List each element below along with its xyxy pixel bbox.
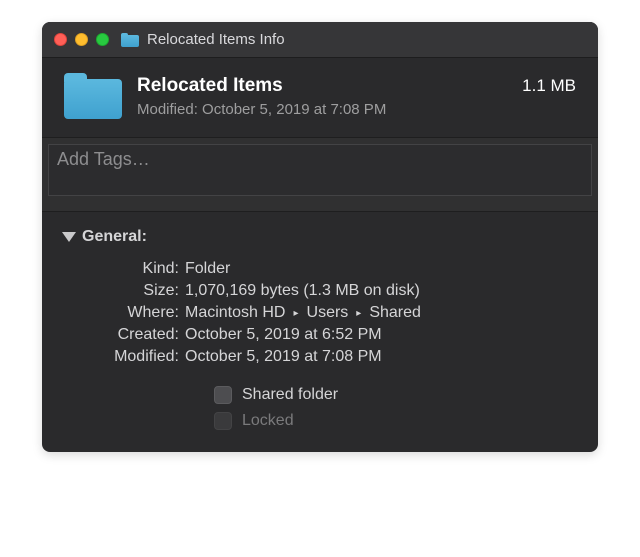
zoom-icon[interactable]	[96, 33, 109, 46]
header-text: Relocated Items 1.1 MB Modified: October…	[137, 75, 576, 118]
modified-label: Modified:	[64, 348, 179, 366]
traffic-lights	[54, 33, 109, 46]
path-part: Shared	[369, 304, 421, 322]
chevron-down-icon	[62, 232, 76, 242]
path-separator-icon: ▸	[352, 308, 365, 319]
folder-icon	[64, 73, 122, 119]
size-value: 1,070,169 bytes (1.3 MB on disk)	[185, 282, 576, 300]
created-value: October 5, 2019 at 6:52 PM	[185, 326, 576, 344]
window-title: Relocated Items Info	[147, 31, 285, 48]
item-modified: Modified: October 5, 2019 at 7:08 PM	[137, 101, 576, 118]
where-label: Where:	[64, 304, 179, 322]
created-label: Created:	[64, 326, 179, 344]
general-disclosure[interactable]: General:	[64, 228, 576, 246]
kind-label: Kind:	[64, 260, 179, 278]
locked-row: Locked	[214, 412, 576, 430]
close-icon[interactable]	[54, 33, 67, 46]
general-section: General: Kind: Folder Size: 1,070,169 by…	[42, 212, 598, 452]
where-value: Macintosh HD ▸ Users ▸ Shared	[185, 304, 576, 322]
path-separator-icon: ▸	[289, 308, 302, 319]
checkbox-icon[interactable]	[214, 386, 232, 404]
minimize-icon[interactable]	[75, 33, 88, 46]
kind-value: Folder	[185, 260, 576, 278]
item-name: Relocated Items	[137, 75, 283, 97]
path-part: Users	[307, 304, 349, 322]
tags-section	[42, 138, 598, 212]
path-part: Macintosh HD	[185, 304, 285, 322]
folder-icon	[121, 33, 139, 47]
tags-input[interactable]	[48, 144, 592, 196]
checkbox-icon	[214, 412, 232, 430]
shared-folder-label: Shared folder	[242, 386, 338, 404]
general-label: General:	[82, 228, 147, 246]
item-size: 1.1 MB	[522, 76, 576, 96]
locked-label: Locked	[242, 412, 294, 430]
info-header: Relocated Items 1.1 MB Modified: October…	[42, 58, 598, 138]
info-window: Relocated Items Info Relocated Items 1.1…	[42, 22, 598, 452]
titlebar[interactable]: Relocated Items Info	[42, 22, 598, 58]
shared-folder-row[interactable]: Shared folder	[214, 386, 576, 404]
size-label: Size:	[64, 282, 179, 300]
general-properties: Kind: Folder Size: 1,070,169 bytes (1.3 …	[64, 260, 576, 366]
modified-value: October 5, 2019 at 7:08 PM	[185, 348, 576, 366]
